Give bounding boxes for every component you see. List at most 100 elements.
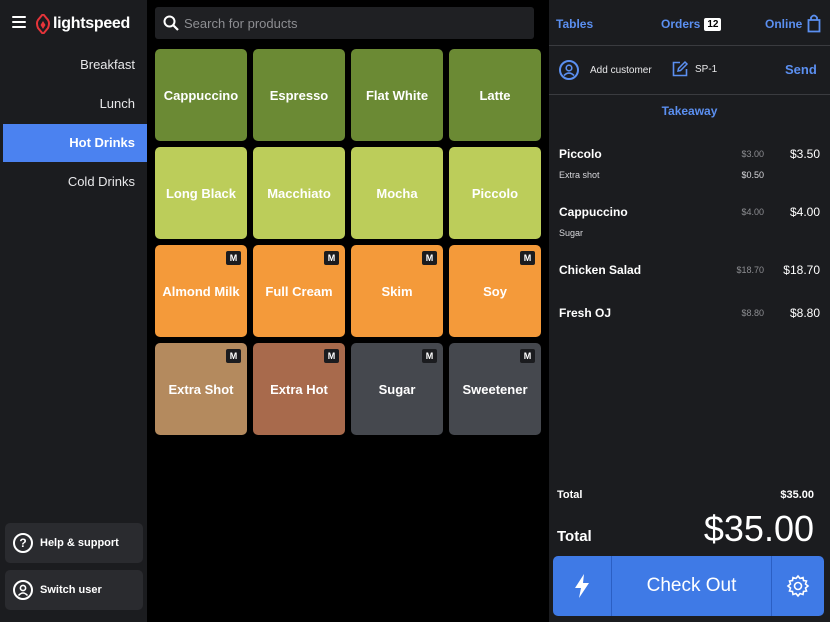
modifier-badge: M [226,349,241,363]
product-tile[interactable]: Extra Shot M [155,343,247,435]
product-tile[interactable]: Full Cream M [253,245,345,337]
product-tile-label: Soy [483,283,507,299]
category-lunch[interactable]: Lunch [3,85,147,123]
search-icon [163,15,179,31]
edit-icon [672,60,689,77]
product-tile[interactable]: Extra Hot M [253,343,345,435]
product-tile[interactable]: Latte [449,49,541,141]
product-tile-label: Almond Milk [162,283,240,299]
order-panel-tabs: Tables Orders 12 Online [549,0,830,46]
add-customer-label: Add customer [590,64,652,76]
shopping-bag-icon[interactable] [807,13,821,33]
line-item-unit-price: $3.00 [741,149,764,159]
product-tile[interactable]: Long Black [155,147,247,239]
line-item-price: $8.80 [789,306,820,320]
subtotal-label: Total [557,489,583,501]
product-tile-label: Piccolo [471,185,519,201]
search-bar [155,7,534,39]
checkout-settings-button[interactable] [772,556,824,616]
product-tile[interactable]: Sweetener M [449,343,541,435]
checkout-bar: Check Out [553,556,824,616]
order-mode[interactable]: Takeaway [549,104,830,118]
help-icon: ? [13,533,33,553]
product-tile-label: Flat White [365,87,429,103]
modifier-badge: M [422,349,437,363]
subtotal-value: $35.00 [780,489,814,501]
product-tile-label: Mocha [376,185,418,201]
line-item-modifier: Sugar [559,228,584,238]
product-tile[interactable]: Flat White [351,49,443,141]
total-value: $35.00 [703,508,814,549]
product-tile[interactable]: Cappuccino [155,49,247,141]
lightning-icon [575,574,589,598]
brand-name: lightspeed [53,15,131,32]
product-tile[interactable]: Espresso [253,49,345,141]
modifier-badge: M [422,251,437,265]
total-label: Total [557,528,592,545]
line-item-modifier: Extra shot [559,170,600,180]
tab-orders-label: Orders [661,17,701,31]
add-customer-button[interactable]: Add customer [559,60,652,80]
modifier-badge: M [324,349,339,363]
product-tile[interactable]: Mocha [351,147,443,239]
tab-tables[interactable]: Tables [556,17,593,31]
product-tile[interactable]: Skim M [351,245,443,337]
menu-icon[interactable] [12,16,26,28]
quick-pay-button[interactable] [553,556,612,616]
product-tile-label: Long Black [165,185,237,201]
order-id: SP-1 [695,63,718,75]
customer-icon [559,60,579,80]
product-tile-label: Full Cream [265,283,333,299]
tab-online[interactable]: Online [765,17,802,31]
line-item-name: Chicken Salad [559,263,642,277]
product-tile[interactable]: Sugar M [351,343,443,435]
product-tile-label: Latte [479,87,511,103]
category-cold-drinks[interactable]: Cold Drinks [3,163,147,201]
product-tile[interactable]: Macchiato [253,147,345,239]
modifier-badge: M [324,251,339,265]
tab-orders[interactable]: Orders 12 [661,17,722,31]
orders-count-badge: 12 [704,18,722,31]
line-item-name: Piccolo [559,147,602,161]
product-tile[interactable]: Piccolo [449,147,541,239]
switch-user-label: Switch user [40,584,102,596]
user-icon [13,580,33,600]
search-input[interactable] [184,15,514,31]
modifier-badge: M [520,251,535,265]
line-item-name: Fresh OJ [559,306,612,320]
checkout-button[interactable]: Check Out [612,556,772,616]
sidebar: lightspeed Breakfast Lunch Hot Drinks Co… [0,0,147,622]
send-button[interactable]: Send [785,62,817,77]
product-tile-label: Macchiato [267,185,331,201]
product-tile-label: Sweetener [462,381,528,397]
order-id-button[interactable]: SP-1 [671,60,717,78]
gear-icon [786,574,810,598]
flame-icon [36,14,50,34]
line-item-price: $4.00 [789,205,820,219]
help-support-button[interactable]: ? Help & support [5,523,143,563]
product-tile[interactable]: Soy M [449,245,541,337]
order-panel: Tables Orders 12 Online Add customer SP-1… [549,0,830,622]
product-tile-label: Sugar [378,381,416,397]
switch-user-button[interactable]: Switch user [5,570,143,610]
category-breakfast[interactable]: Breakfast [3,46,147,84]
help-support-label: Help & support [40,537,119,549]
line-item-unit-price: $18.70 [736,265,764,275]
line-item-name: Cappuccino [559,205,628,219]
category-hot-drinks[interactable]: Hot Drinks [3,124,147,162]
line-item-price: $18.70 [783,263,820,277]
line-item-price: $3.50 [789,147,820,161]
product-tile-label: Cappuccino [163,87,239,103]
line-item-unit-price: $4.00 [741,207,764,217]
product-tile[interactable]: Almond Milk M [155,245,247,337]
product-tile-label: Skim [381,283,413,299]
product-tile-label: Espresso [269,87,329,103]
brand-logo: lightspeed [36,14,130,34]
sidebar-header: lightspeed [0,0,147,46]
product-tile-label: Extra Shot [168,381,234,397]
modifier-badge: M [520,349,535,363]
line-item-unit-price: $8.80 [741,308,764,318]
product-tile-label: Extra Hot [270,381,328,397]
modifier-badge: M [226,251,241,265]
line-item-modifier-price: $0.50 [741,170,764,180]
